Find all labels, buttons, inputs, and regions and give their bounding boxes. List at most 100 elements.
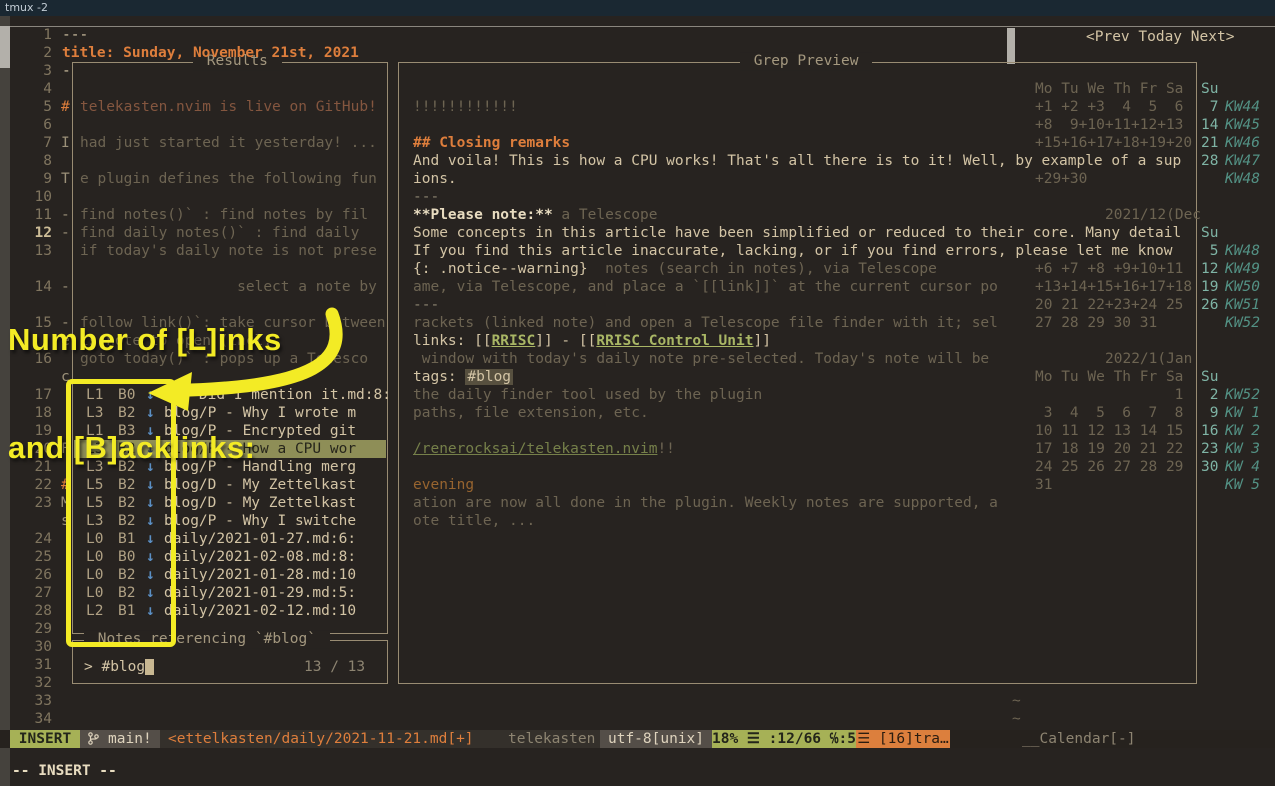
- calendar-week-number: KW52: [1225, 314, 1260, 332]
- line-number: 30: [10, 638, 52, 656]
- calendar-next-button[interactable]: Next>: [1191, 29, 1235, 45]
- preview-window-title: Grep Preview: [740, 52, 872, 70]
- calendar-week-row[interactable]: 31KW 5: [1035, 476, 1275, 494]
- preview-line: ation are now all done in the plugin. We…: [413, 494, 998, 512]
- buffer-line[interactable]: title: Sunday, November 21st, 2021: [62, 44, 359, 62]
- calendar-sunday-cell: 14: [1201, 116, 1218, 134]
- calendar-today-button[interactable]: Today: [1138, 29, 1182, 45]
- preview-line: rackets (linked note) and open a Telesco…: [413, 314, 998, 332]
- result-filename: daily/2021-01-29.md:5:: [164, 584, 356, 602]
- calendar-week-number: KW46: [1225, 134, 1260, 152]
- line-number: 3: [10, 62, 52, 80]
- line-number: 10: [10, 188, 52, 206]
- calendar-week-row[interactable]: 24 25 26 27 28 2930KW 4: [1035, 458, 1275, 476]
- calendar-weekdays: 10 11 12 13 14 15: [1035, 423, 1183, 439]
- calendar-week-row[interactable]: 10 11 12 13 14 1516KW 2: [1035, 422, 1275, 440]
- buffer-line[interactable]: -: [62, 62, 71, 80]
- commandline-mode-text: -- INSERT --: [12, 762, 117, 780]
- calendar-week-number: KW 4: [1225, 458, 1260, 476]
- calendar-week-row[interactable]: 27 28 29 30 31KW52: [1035, 314, 1275, 332]
- line-number: 5: [10, 98, 52, 116]
- calendar-week-row[interactable]: +15+16+17+18+19+2021KW46: [1035, 134, 1275, 152]
- preview-line: window with today's daily note pre-selec…: [413, 350, 989, 368]
- tmux-titlebar: tmux -2: [0, 0, 1275, 16]
- calendar-week-number: KW49: [1225, 260, 1260, 278]
- preview-line: ## Closing remarks: [413, 134, 570, 152]
- calendar-week-row[interactable]: Mo Tu We Th Fr SaSu: [1035, 368, 1275, 386]
- calendar-week-row[interactable]: 3 4 5 6 7 8 9KW 1: [1035, 404, 1275, 422]
- result-row[interactable]: L2B1↓daily/2021-02-12.md:10: [74, 602, 386, 620]
- preview-text-segment: ]]: [753, 333, 770, 349]
- preview-line: ote title, ...: [413, 512, 535, 530]
- empty-line-tilde: ~: [1012, 692, 1021, 710]
- calendar-week-row[interactable]: +29+30 KW48: [1035, 170, 1275, 188]
- line-number: 12: [10, 224, 52, 242]
- calendar-week-number: KW 1: [1225, 404, 1260, 422]
- scrollbar-thumb[interactable]: [0, 26, 10, 68]
- line-number: 27: [10, 584, 52, 602]
- line-number: 34: [10, 710, 52, 728]
- calendar-week-row[interactable]: +13+14+15+16+17+1819KW50: [1035, 278, 1275, 296]
- line-number: 1: [10, 26, 52, 44]
- calendar-sunday-cell: Su: [1201, 224, 1218, 242]
- calendar-weekdays: Mo Tu We Th Fr Sa: [1035, 81, 1183, 97]
- preview-text-segment: the daily finder tool used by the plugin: [413, 387, 762, 403]
- result-filename: daily/2021-02-08.md:8:: [164, 548, 356, 566]
- calendar-week-row[interactable]: 20 21 22+23+24 2526KW51: [1035, 296, 1275, 314]
- whitespace-warning-segment: ☰ [16]tra…: [856, 730, 950, 748]
- calendar-weekdays: +29+30: [1035, 171, 1087, 187]
- result-row[interactable]: L0B2↓daily/2021-01-28.md:10: [74, 566, 386, 584]
- calendar-sunday-cell: 2: [1201, 386, 1218, 404]
- preview-text-segment: ions.: [413, 171, 457, 187]
- preview-line: evening: [413, 476, 474, 494]
- cursor-position-segment: 18% ☰ :12/66 ℅:50: [712, 730, 856, 748]
- results-bleed-text: e plugin defines the following fun: [80, 170, 377, 188]
- calendar-week-row[interactable]: Mo Tu We Th Fr SaSu: [1035, 80, 1275, 98]
- calendar-prev-button[interactable]: <Prev: [1086, 29, 1130, 45]
- backlinks-count: B2: [118, 584, 135, 602]
- preview-line: ions.: [413, 170, 457, 188]
- calendar-sunday-cell: 12: [1201, 260, 1218, 278]
- line-number: 25: [10, 548, 52, 566]
- line-number: 2: [10, 44, 52, 62]
- preview-line: /renerocksai/telekasten.nvim!!: [413, 440, 675, 458]
- preview-text-segment: links: [[: [413, 333, 492, 349]
- calendar-week-row[interactable]: +6 +7 +8 +9+10+1112KW49: [1035, 260, 1275, 278]
- calendar-week-row[interactable]: 17 18 19 20 21 2223KW 3: [1035, 440, 1275, 458]
- git-branch-label: main!: [108, 731, 152, 747]
- calendar-week-number: KW50: [1225, 278, 1260, 296]
- preview-text-segment: tags:: [413, 369, 465, 385]
- result-row[interactable]: L0B2↓daily/2021-01-29.md:5:: [74, 584, 386, 602]
- preview-line: tags: #blog: [413, 368, 513, 386]
- encoding-segment: utf-8[unix]: [600, 730, 712, 748]
- calendar-sunday-cell: 9: [1201, 404, 1218, 422]
- calendar-week-row[interactable]: 28KW47: [1035, 152, 1275, 170]
- preview-line: ---: [413, 296, 439, 314]
- results-bleed-text: find notes()` : find notes by fil: [80, 206, 368, 224]
- calendar-sunday-cell: 30: [1201, 458, 1218, 476]
- line-number: 26: [10, 566, 52, 584]
- calendar-week-row[interactable]: 5KW48: [1035, 242, 1275, 260]
- terminal: Results Grep Preview Notes referencing `…: [0, 16, 1275, 786]
- result-row[interactable]: L0B0↓daily/2021-02-08.md:8:: [74, 548, 386, 566]
- calendar-week-number: KW52: [1225, 386, 1260, 404]
- calendar-week-row[interactable]: +1 +2 +3 4 5 6 7KW44: [1035, 98, 1275, 116]
- buffer-edge-char: T: [61, 170, 70, 188]
- preview-text-segment: ]] - [[: [535, 333, 596, 349]
- calendar-week-row[interactable]: +8 9+10+11+12+1314KW45: [1035, 116, 1275, 134]
- line-number: 4: [10, 80, 52, 98]
- buffer-line[interactable]: ---: [62, 26, 88, 44]
- calendar-sunday-cell: 7: [1201, 98, 1218, 116]
- calendar-week-number: KW48: [1225, 170, 1260, 188]
- calendar-sunday-cell: Su: [1201, 368, 1218, 386]
- prompt-input[interactable]: > #blog: [84, 658, 145, 676]
- result-filename: daily/2021-01-28.md:10: [164, 566, 356, 584]
- result-counter: 13 / 13: [304, 658, 365, 676]
- buffer-edge-char: I: [61, 134, 70, 152]
- calendar-week-row[interactable]: 1 2KW52: [1035, 386, 1275, 404]
- calendar-nav: <Prev Today Next>: [1086, 28, 1234, 46]
- calendar-week-number: KW47: [1225, 152, 1260, 170]
- calendar-week-row[interactable]: Su: [1035, 224, 1275, 242]
- backlinks-count: B2: [118, 566, 135, 584]
- preview-text-segment: /renerocksai/telekasten.nvim: [413, 441, 657, 457]
